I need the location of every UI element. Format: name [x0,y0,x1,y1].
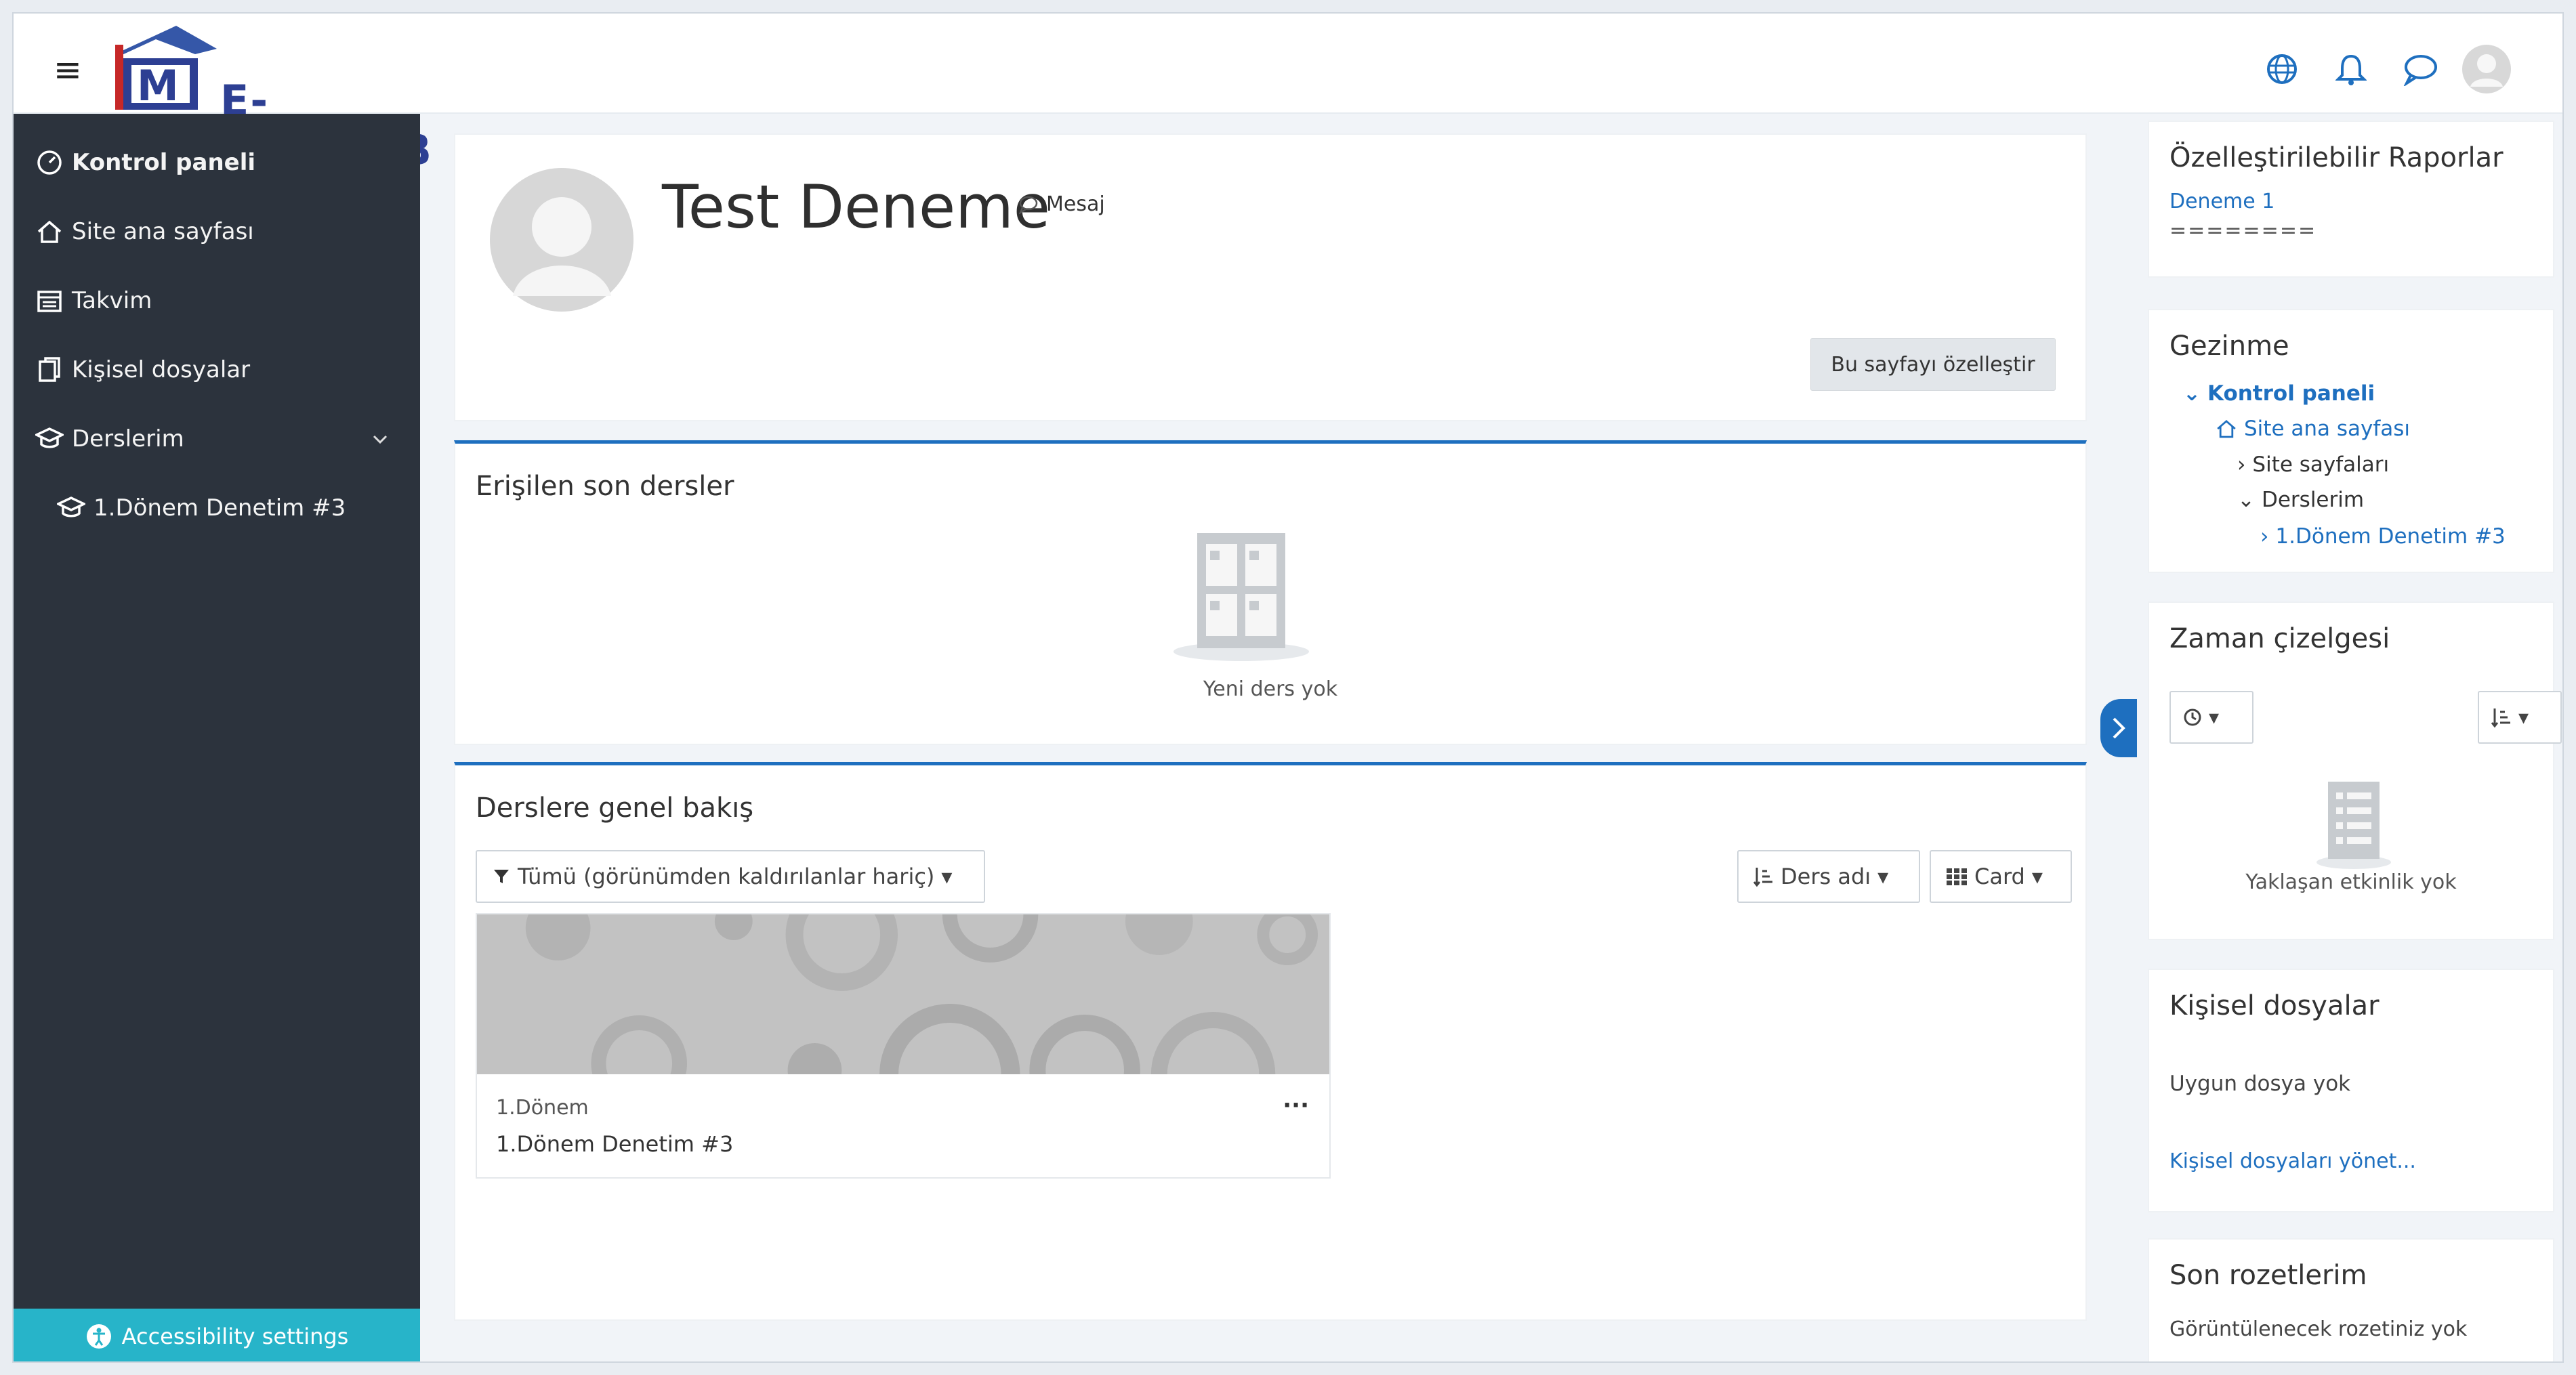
profile-header-card: Test Deneme Mesaj Bu sayfayı özelleştir [454,133,2087,421]
clock-icon [2184,708,2201,726]
course-image [477,914,1329,1074]
course-card[interactable]: 1.Dönem 1.Dönem Denetim #3 ··· [476,913,1331,1179]
sidebar-item-label: Kontrol paneli [72,149,256,176]
profile-avatar [490,168,633,312]
sidebar-item-home[interactable]: Site ana sayfası [34,205,407,259]
caret-down-icon: ▾ [1877,864,1889,889]
course-name-link[interactable]: 1.Dönem Denetim #3 [496,1131,733,1157]
files-icon [34,354,65,385]
block-title: Gezinme [2169,331,2289,362]
manage-files-link[interactable]: Kişisel dosyaları yönet... [2169,1149,2416,1173]
course-filter-dropdown[interactable]: Tümü (görünümden kaldırılanlar hariç) ▾ [476,850,985,903]
navigation-block: Gezinme ⌄ Kontrol paneli Site ana sayfas… [2148,309,2554,573]
accessibility-icon [86,1324,111,1349]
home-icon [2217,419,2236,438]
nav-item-dashboard[interactable]: ⌄ Kontrol paneli [2183,381,2375,406]
report-link[interactable]: Deneme 1 [2169,190,2274,213]
grid-icon [1947,868,1967,885]
course-sort-dropdown[interactable]: Ders adı ▾ [1737,850,1920,903]
course-view-dropdown[interactable]: Card ▾ [1930,850,2072,903]
chevron-right-icon [2113,717,2125,739]
filter-icon [494,870,509,883]
badges-block: Son rozetlerim Görüntülenecek rozetiniz … [2148,1238,2554,1361]
home-icon [34,216,65,247]
empty-message: Yaklaşan etkinlik yok [2245,870,2457,894]
sidebar-item-calendar[interactable]: Takvim [34,274,407,328]
caret-down-icon: ▾ [2031,864,2043,889]
chevron-right-icon: › [2237,452,2246,477]
chevron-down-icon: ⌄ [2237,488,2255,512]
sidebar-item-label: Derslerim [72,425,184,452]
sidebar-item-files[interactable]: Kişisel dosyalar [34,343,407,397]
custom-reports-block: Özelleştirilebilir Raporlar Deneme 1 ===… [2148,121,2554,278]
svg-text:M: M [137,61,179,110]
timeline-block: Zaman çizelgesi ▾ ▾ Yaklaşan etkinlik yo… [2148,601,2562,940]
profile-name: Test Deneme [662,172,1050,242]
chevron-right-icon: › [2260,524,2269,549]
empty-events-icon [2317,782,2391,869]
course-category: 1.Dönem [496,1096,589,1120]
caret-down-icon: ▾ [2209,705,2220,729]
chat-icon [1018,196,1038,214]
graduation-cap-icon [34,423,65,454]
message-link[interactable]: Mesaj [1018,192,1105,216]
recent-courses-block: Erişilen son dersler Yeni ders yok [454,440,2087,745]
customize-page-button[interactable]: Bu sayfayı özelleştir [1810,338,2056,391]
user-avatar[interactable] [2461,43,2512,95]
hamburger-menu-icon[interactable]: ≡ [44,46,91,93]
sidebar-item-my-courses[interactable]: Derslerim [34,412,407,466]
left-sidebar: Kontrol paneli Site ana sayfası Takvim K… [14,114,420,1361]
site-logo[interactable]: M E-TÜRMOB [115,26,432,175]
course-overview-block: Derslere genel bakış Tümü (görünümden ka… [454,762,2087,1321]
logo-building-icon: M [115,26,217,110]
nav-item-course[interactable]: › 1.Dönem Denetim #3 [2260,524,2506,549]
empty-message: Görüntülenecek rozetiniz yok [2169,1317,2468,1341]
empty-message: Uygun dosya yok [2169,1072,2351,1096]
graduation-cap-icon [56,492,87,524]
report-separator: ======== [2169,219,2317,242]
block-drawer-toggle[interactable] [2100,699,2137,757]
sidebar-item-dashboard[interactable]: Kontrol paneli [34,135,407,190]
sort-icon [1753,868,1772,887]
block-title: Erişilen son dersler [476,471,734,502]
sidebar-item-course[interactable]: 1.Dönem Denetim #3 [56,481,428,535]
chevron-down-icon[interactable] [370,428,390,455]
top-navbar: ≡ M E-TÜRMOB [14,14,2562,175]
block-title: Derslere genel bakış [476,792,754,824]
block-title: Zaman çizelgesi [2169,623,2390,654]
accessibility-settings-button[interactable]: Accessibility settings [14,1309,420,1361]
sort-icon [2491,708,2510,728]
sidebar-item-label: Kişisel dosyalar [72,356,251,383]
course-actions-menu[interactable]: ··· [1283,1092,1309,1119]
timeline-sort-dropdown[interactable]: ▾ [2478,691,2562,744]
sidebar-item-label: Site ana sayfası [72,218,254,245]
sidebar-item-label: Takvim [72,287,152,314]
right-blocks-column: Özelleştirilebilir Raporlar Deneme 1 ===… [2137,114,2562,1361]
empty-message: Yeni ders yok [1203,677,1338,701]
dashboard-icon [34,147,65,178]
block-title: Özelleştirilebilir Raporlar [2169,142,2504,173]
nav-item-site-pages[interactable]: › Site sayfaları [2237,452,2389,477]
chevron-down-icon: ⌄ [2183,381,2201,406]
sidebar-item-label: 1.Dönem Denetim #3 [94,494,346,522]
caret-down-icon: ▾ [2518,705,2529,729]
private-files-block: Kişisel dosyalar Uygun dosya yok Kişisel… [2148,969,2554,1212]
timeline-filter-dropdown[interactable]: ▾ [2169,691,2253,744]
block-title: Son rozetlerim [2169,1260,2367,1291]
nav-item-my-courses[interactable]: ⌄ Derslerim [2237,488,2364,512]
empty-courses-icon [1173,533,1309,661]
nav-item-site-home[interactable]: Site ana sayfası [2216,417,2410,441]
chat-icon[interactable] [2394,43,2446,95]
caret-down-icon: ▾ [941,864,953,889]
block-title: Kişisel dosyalar [2169,990,2380,1021]
calendar-icon [34,285,65,316]
browser-frame: ≡ M E-TÜRMOB [12,12,2564,1363]
bell-icon[interactable] [2325,43,2377,95]
globe-icon[interactable] [2256,43,2308,95]
